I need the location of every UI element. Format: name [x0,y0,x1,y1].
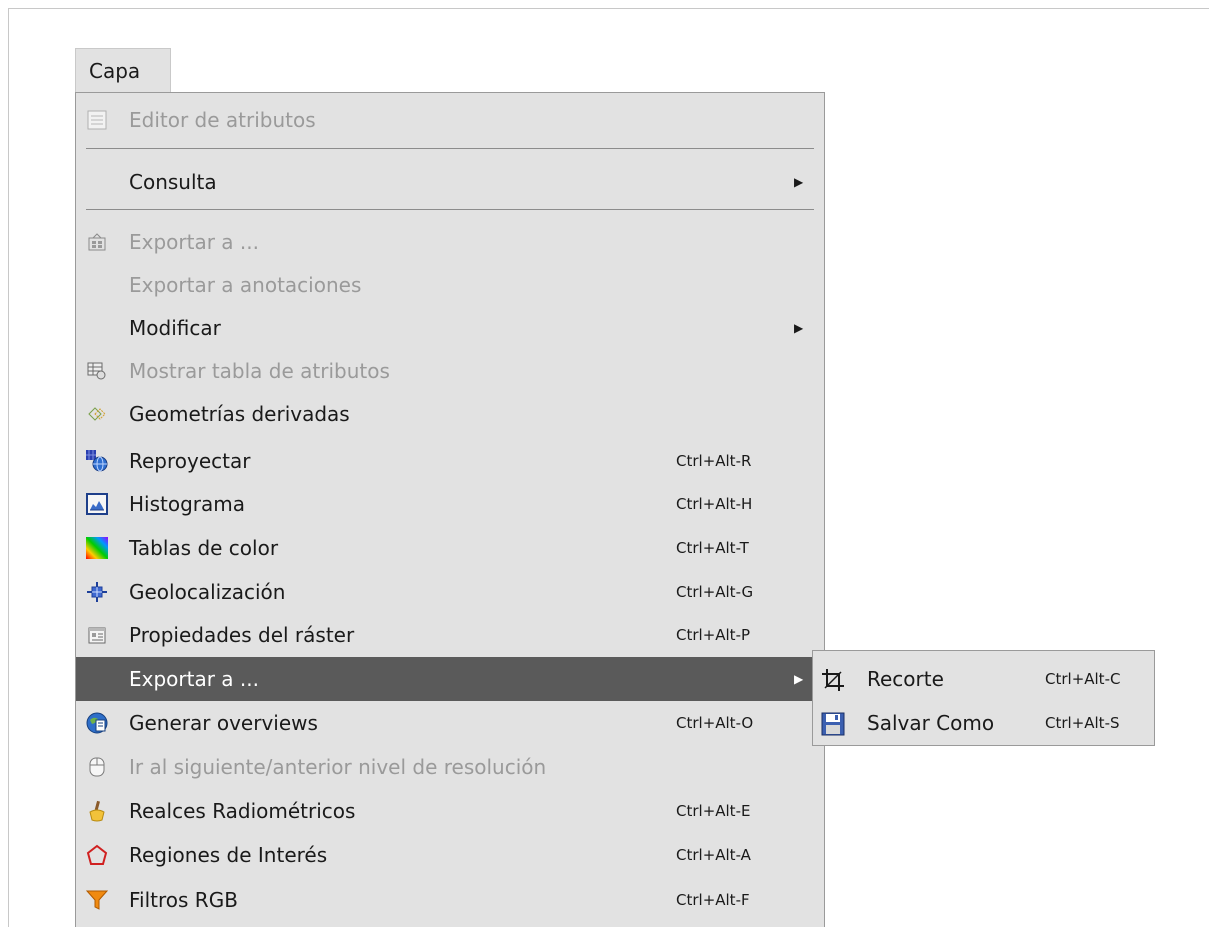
menu-item-exportar-a[interactable]: Exportar a ... ▶ [76,657,824,701]
window-frame-top [8,8,1209,9]
menu-item-exportar-anotaciones[interactable]: Exportar a anotaciones [76,263,824,307]
overviews-icon [86,712,108,734]
properties-icon [86,624,108,646]
menu-item-reproyectar[interactable]: Reproyectar Ctrl+Alt-R [76,439,824,483]
export-icon [86,231,108,253]
submenu-item-recorte[interactable]: Recorte Ctrl+Alt-C [813,657,1154,701]
crop-icon [821,668,845,692]
menu-item-mostrar-tabla-atributos[interactable]: Mostrar tabla de atributos [76,349,824,393]
filter-funnel-icon [86,889,108,911]
submenu-arrow-icon: ▶ [794,175,804,189]
menu-item-geometrias-derivadas[interactable]: Geometrías derivadas [76,392,824,436]
menu-item-realces-radiometricos[interactable]: Realces Radiométricos Ctrl+Alt-E [76,789,824,833]
menubar-capa[interactable]: Capa [75,48,171,92]
derived-geometry-icon [86,403,108,425]
menu-item-regiones-interes[interactable]: Regiones de Interés Ctrl+Alt-A [76,833,824,877]
table-icon [86,109,108,131]
menu-item-geolocalizacion[interactable]: Geolocalización Ctrl+Alt-G [76,570,824,614]
polygon-roi-icon [86,844,108,866]
mouse-icon [86,756,108,778]
capa-dropdown-menu: Editor de atributos Consulta ▶ Exportar … [75,92,825,927]
enhance-brush-icon [86,800,108,822]
exportar-submenu: Recorte Ctrl+Alt-C Salvar Como Ctrl+Alt-… [812,650,1155,746]
window-frame-left [8,8,9,927]
menu-item-consulta[interactable]: Consulta ▶ [76,160,824,204]
menu-separator [86,148,814,149]
submenu-item-salvar-como[interactable]: Salvar Como Ctrl+Alt-S [813,701,1154,745]
menu-item-generar-overviews[interactable]: Generar overviews Ctrl+Alt-O [76,701,824,745]
menu-item-filtros-rgb[interactable]: Filtros RGB Ctrl+Alt-F [76,878,824,922]
menu-separator [86,209,814,210]
submenu-arrow-icon: ▶ [794,672,804,686]
menu-item-ir-nivel-resolucion[interactable]: Ir al siguiente/anterior nivel de resolu… [76,745,824,789]
histogram-icon [86,493,108,515]
menu-item-tablas-color[interactable]: Tablas de color Ctrl+Alt-T [76,526,824,570]
submenu-arrow-icon: ▶ [794,321,804,335]
menu-item-modificar[interactable]: Modificar ▶ [76,306,824,350]
menubar-capa-label: Capa [89,59,141,83]
save-as-icon [821,712,845,736]
menu-item-propiedades-raster[interactable]: Propiedades del ráster Ctrl+Alt-P [76,613,824,657]
color-table-icon [86,537,108,559]
attribute-table-icon [86,360,108,382]
menu-item-histograma[interactable]: Histograma Ctrl+Alt-H [76,482,824,526]
reproject-icon [86,450,108,472]
geolocation-icon [86,581,108,603]
menu-item-editor-atributos[interactable]: Editor de atributos [76,98,824,142]
menu-item-exportar-a-disabled[interactable]: Exportar a ... [76,220,824,264]
